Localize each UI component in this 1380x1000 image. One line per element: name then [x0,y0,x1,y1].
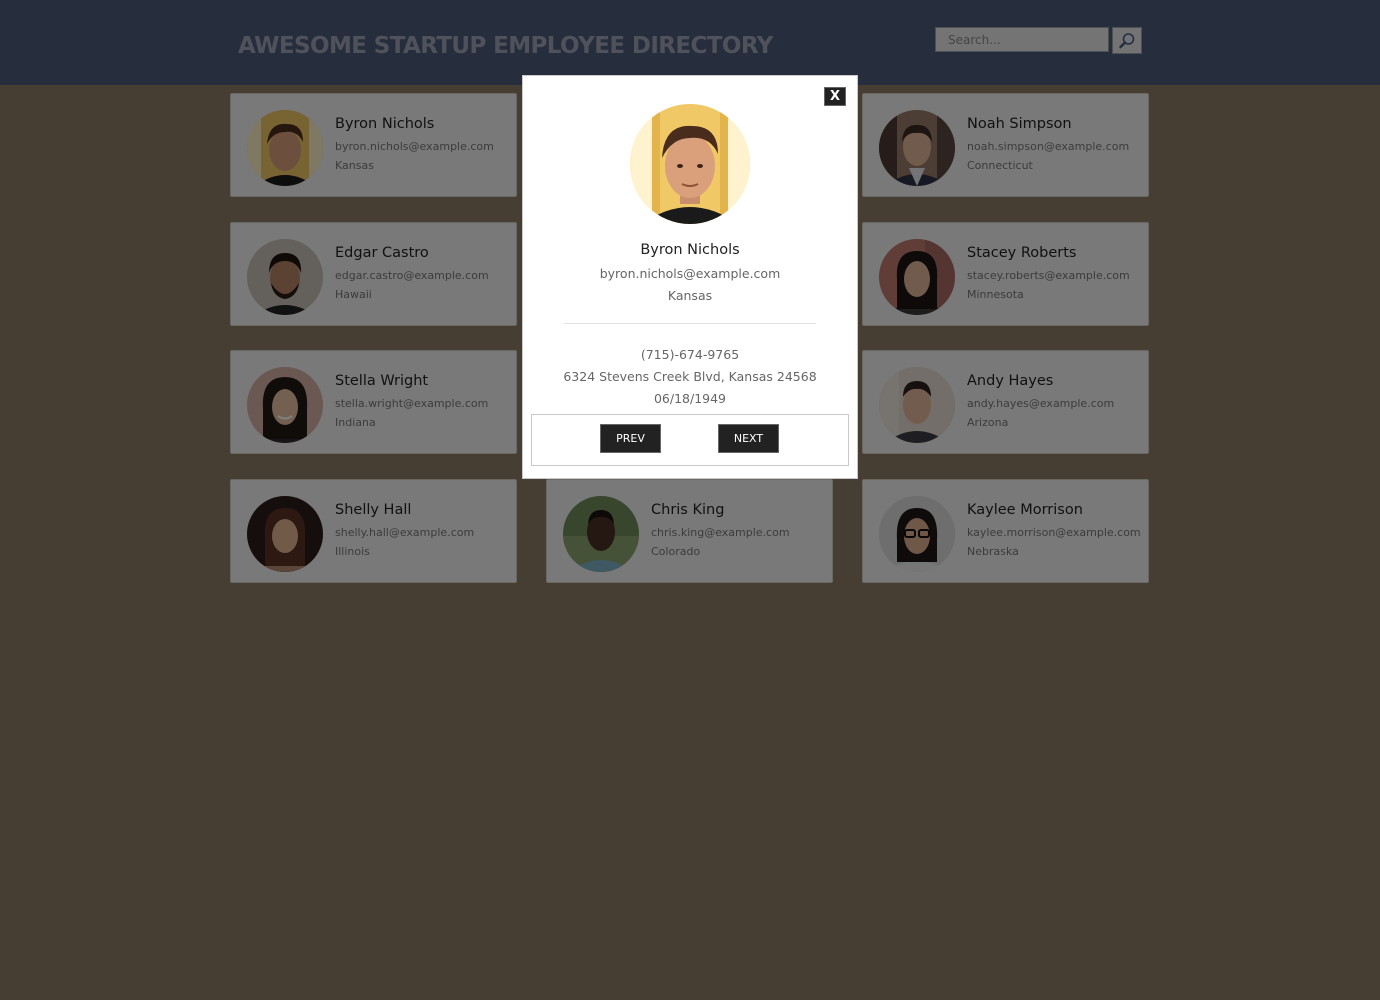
modal-divider [564,323,816,324]
modal-nav-container: PREV NEXT [531,414,849,466]
modal-employee-photo [630,104,750,224]
modal-employee-email: byron.nichols@example.com [599,266,781,281]
modal-employee-phone: (715)-674-9765 [640,347,740,362]
next-button[interactable]: NEXT [718,424,779,453]
close-button[interactable]: X [824,87,846,106]
modal-employee-location: Kansas [667,288,713,303]
modal-employee-address: 6324 Stevens Creek Blvd, Kansas 24568 [563,369,817,384]
prev-button[interactable]: PREV [600,424,661,453]
modal-employee-birthday: 06/18/1949 [653,391,727,406]
modal-employee-name: Byron Nichols [640,242,740,258]
employee-modal: X Byron Nichols byron.nichols@example.co… [522,75,858,479]
